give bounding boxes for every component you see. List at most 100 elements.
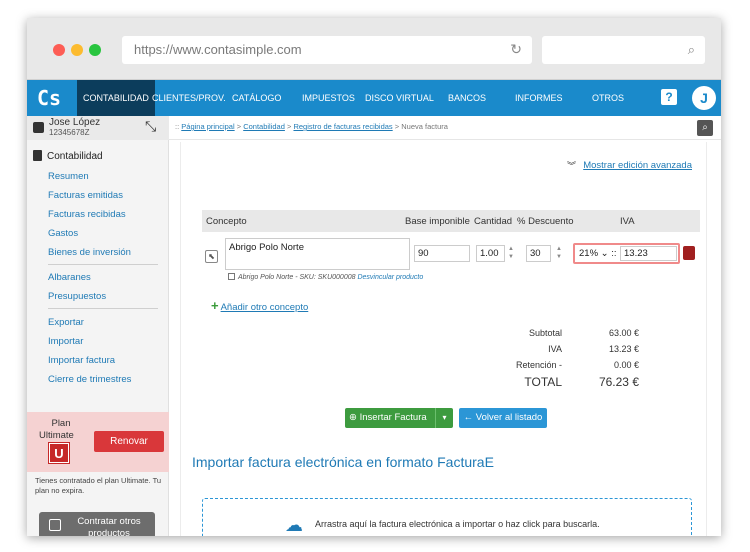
reload-icon[interactable]: ↻ — [510, 41, 522, 58]
trash-icon[interactable] — [683, 246, 695, 260]
cloud-upload-icon: ☁ — [285, 515, 303, 535]
nav-bancos[interactable]: BANCOS — [448, 80, 486, 116]
nav-catalogo[interactable]: CATÁLOGO — [232, 80, 281, 116]
sidebar-item-exportar[interactable]: Exportar — [48, 317, 84, 328]
discount-stepper[interactable]: ▲ ▼ — [555, 245, 563, 262]
header-iva: IVA — [620, 216, 635, 227]
sidebar-item-gastos[interactable]: Gastos — [48, 228, 78, 239]
nav-clientes[interactable]: CLIENTES/PROV. — [152, 80, 226, 116]
document-icon — [33, 150, 42, 161]
breadcrumb: :: Página principal > Contabilidad > Reg… — [169, 116, 721, 140]
add-concept-link[interactable]: + Añadir otro concepto — [211, 298, 308, 313]
user-id: 12345678Z — [49, 128, 90, 137]
total-value: 76.23 € — [598, 375, 639, 389]
main-content: :: Página principal > Contabilidad > Reg… — [169, 116, 721, 536]
arrow-left-icon: ← — [463, 412, 474, 423]
dropzone-text: Arrastra aquí la factura electrónica a i… — [315, 519, 600, 529]
iva-group: 21% ⌄ :: 13.23 — [573, 243, 680, 264]
iva-total-value: 13.23 € — [608, 344, 639, 354]
nav-impuestos[interactable]: IMPUESTOS — [302, 80, 355, 116]
breadcrumb-home[interactable]: Página principal — [181, 122, 234, 131]
base-field[interactable]: 90 — [414, 245, 470, 262]
contract-products-button[interactable]: Contratar otros productos — [39, 512, 155, 536]
plan-label: Plan — [51, 418, 71, 429]
sidebar-item-importar-factura[interactable]: Importar factura — [48, 355, 115, 366]
sidebar-item-bienes-inversion[interactable]: Bienes de inversión — [48, 247, 131, 258]
contasimple-logo[interactable]: Cs — [37, 84, 71, 112]
breadcrumb-current: Nueva factura — [401, 122, 448, 131]
nav-contabilidad[interactable]: CONTABILIDAD — [77, 80, 155, 116]
help-icon[interactable]: ? — [661, 89, 677, 105]
plan-info: Tienes contratado el plan Ultimate. Tu p… — [35, 476, 162, 495]
browser-search-field[interactable]: ⌕ — [542, 36, 705, 64]
plan-box: Plan Ultimate U Renovar — [27, 412, 169, 472]
chevron-down-icon[interactable]: ▾ — [435, 408, 453, 428]
back-to-list-button[interactable]: ← Volver al listado — [459, 408, 547, 428]
iva-rate-select[interactable]: 21% ⌄ :: — [579, 248, 617, 259]
browser-window: https://www.contasimple.com ↻ ⌕ Cs CONTA… — [27, 18, 721, 536]
retention-label: Retención - — [515, 360, 562, 370]
quantity-field[interactable]: 1.00 — [476, 245, 505, 262]
concept-field[interactable]: Abrigo Polo Norte — [225, 238, 410, 270]
facturae-dropzone[interactable]: ☁ Arrastra aquí la factura electrónica a… — [202, 498, 692, 536]
quantity-stepper[interactable]: ▲ ▼ — [507, 245, 515, 262]
iva-amount-field[interactable]: 13.23 — [620, 246, 677, 261]
collapse-sidebar-icon[interactable]: ⤡ — [145, 118, 156, 135]
import-title: Importar factura electrónica en formato … — [192, 454, 494, 470]
nav-otros[interactable]: OTROS — [592, 80, 624, 116]
advanced-edit-link[interactable]: Mostrar edición avanzada — [583, 160, 692, 171]
nav-informes[interactable]: INFORMES — [515, 80, 563, 116]
invoice-table-header: Concepto Base imponible Cantidad % Descu… — [202, 210, 700, 232]
sidebar-item-importar[interactable]: Importar — [48, 336, 83, 347]
sku-text: Abrigo Polo Norte - SKU: SKU000008 — [238, 274, 356, 281]
insert-invoice-button[interactable]: ⊕ Insertar Factura ▾ — [345, 408, 453, 428]
sidebar-item-presupuestos[interactable]: Presupuestos — [48, 291, 106, 302]
search-icon: ⌕ — [687, 42, 695, 57]
iva-rate-value: 21% — [579, 248, 599, 259]
subtotal-label: Subtotal — [528, 328, 562, 338]
invoice-panel: ︾ Mostrar edición avanzada Concepto Base… — [180, 142, 707, 536]
sidebar-item-resumen[interactable]: Resumen — [48, 171, 89, 182]
search-icon[interactable]: ⌕ — [697, 120, 713, 136]
header-concepto: Concepto — [206, 216, 247, 227]
sidebar-divider — [48, 308, 158, 309]
plan-name: Ultimate — [39, 430, 74, 441]
header-descuento: % Descuento — [517, 216, 574, 227]
header-base: Base imponible — [405, 216, 470, 227]
address-text: https://www.contasimple.com — [134, 42, 302, 57]
sku-line: Abrigo Polo Norte - SKU: SKU000008 Desvi… — [228, 273, 423, 281]
discount-field[interactable]: 30 — [526, 245, 551, 262]
top-nav: Cs CONTABILIDAD CLIENTES/PROV. CATÁLOGO … — [27, 80, 721, 116]
back-to-list-label: Volver al listado — [475, 412, 543, 423]
avatar[interactable]: J — [692, 86, 716, 110]
plan-badge: U — [48, 442, 70, 464]
sidebar: Jose López 12345678Z ⤡ Contabilidad Resu… — [27, 116, 169, 536]
close-window-button[interactable] — [53, 44, 65, 56]
browser-chrome: https://www.contasimple.com ↻ ⌕ — [27, 18, 721, 80]
shopping-bag-icon — [49, 519, 61, 531]
subtotal-value: 63.00 € — [608, 328, 639, 338]
user-name: Jose López — [49, 117, 101, 128]
breadcrumb-separator: :: — [175, 122, 180, 131]
contract-products-label: Contratar otros productos — [77, 516, 141, 536]
breadcrumb-contabilidad[interactable]: Contabilidad — [243, 122, 285, 131]
renew-button[interactable]: Renovar — [94, 431, 164, 452]
nav-disco-virtual[interactable]: DISCO VIRTUAL — [365, 80, 434, 116]
plus-icon: + — [211, 298, 219, 313]
header-cantidad: Cantidad — [474, 216, 513, 227]
sidebar-item-facturas-emitidas[interactable]: Facturas emitidas — [48, 190, 123, 201]
breadcrumb-facturas-recibidas[interactable]: Registro de facturas recibidas — [293, 122, 392, 131]
plus-circle-icon: ⊕ — [349, 412, 357, 423]
maximize-window-button[interactable] — [89, 44, 101, 56]
user-box: Jose López 12345678Z ⤡ — [27, 116, 169, 140]
sidebar-item-albaranes[interactable]: Albaranes — [48, 272, 91, 283]
sidebar-item-cierre-trimestres[interactable]: Cierre de trimestres — [48, 374, 131, 385]
iva-total-label: IVA — [548, 344, 562, 354]
minimize-window-button[interactable] — [71, 44, 83, 56]
address-bar[interactable]: https://www.contasimple.com ↻ — [122, 36, 532, 64]
user-card-icon — [33, 122, 44, 133]
unlink-product-link[interactable]: Desvincular producto — [357, 274, 423, 281]
sidebar-item-facturas-recibidas[interactable]: Facturas recibidas — [48, 209, 126, 220]
product-icon — [228, 273, 235, 280]
product-picker-icon[interactable]: ⬉ — [205, 250, 218, 263]
